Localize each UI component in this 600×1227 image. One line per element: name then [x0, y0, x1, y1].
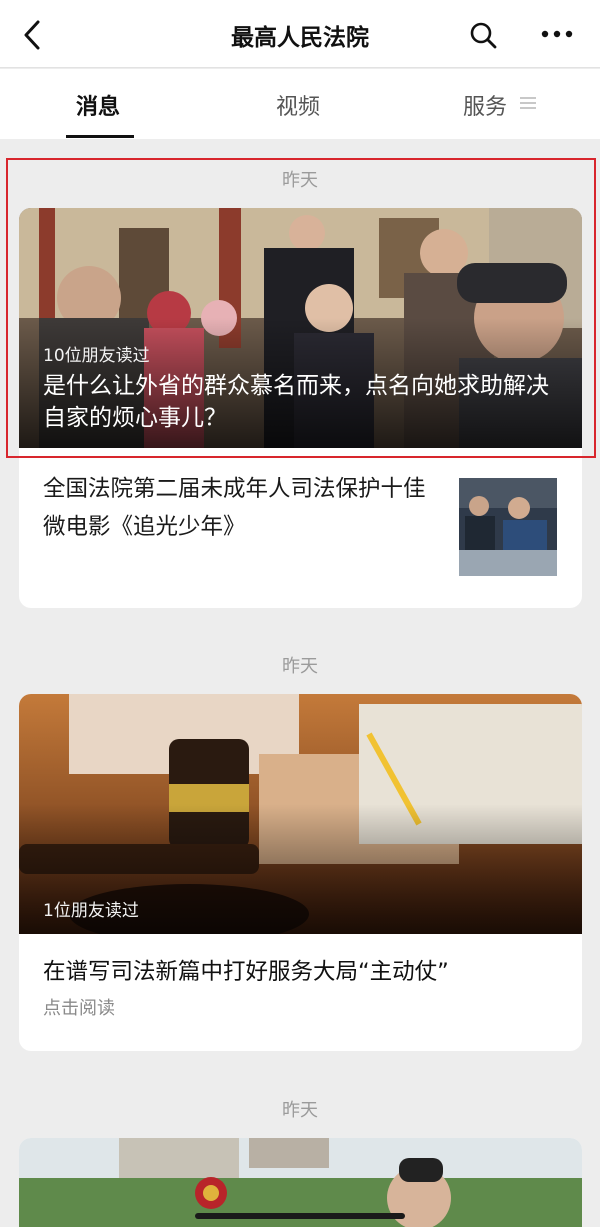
read-more-link[interactable]: 点击阅读	[43, 994, 115, 1020]
tab-services[interactable]: 服务	[463, 89, 507, 121]
tab-videos[interactable]: 视频	[276, 89, 320, 121]
article-group-card: 10位朋友读过 是什么让外省的群众慕名而来，点名向她求助解决自家的烦心事儿？ 全…	[19, 208, 582, 608]
article-title: 全国法院第二届未成年人司法保护十佳微电影《追光少年》	[43, 476, 426, 540]
friends-read-count: 10位朋友读过	[43, 346, 150, 366]
search-icon[interactable]	[468, 20, 498, 50]
home-indicator[interactable]	[195, 1213, 405, 1219]
page-title: 最高人民法院	[231, 25, 369, 51]
list-item[interactable]: 全国法院第二届未成年人司法保护十佳微电影《追光少年》	[19, 448, 582, 588]
thumbnail-image-courtroom	[459, 478, 557, 576]
friends-read-count: 1位朋友读过	[43, 901, 139, 921]
tab-bar: 消息 视频 服务	[0, 69, 600, 139]
article-title[interactable]: 在谱写司法新篇中打好服务大局“主动仗”	[43, 954, 449, 986]
more-horizontal-icon[interactable]	[540, 24, 574, 44]
timestamp: 昨天	[282, 1100, 318, 1121]
cover-article-title: 是什么让外省的群众慕名而来，点名向她求助解决自家的烦心事儿？	[43, 373, 549, 431]
timestamp: 昨天	[282, 170, 318, 191]
app-header: 最高人民法院	[0, 0, 600, 68]
menu-lines-icon[interactable]	[520, 96, 536, 110]
article-cover[interactable]: 10位朋友读过 是什么让外省的群众慕名而来，点名向她求助解决自家的烦心事儿？	[19, 208, 582, 448]
article-thumbnail	[459, 478, 557, 576]
timestamp: 昨天	[282, 656, 318, 677]
active-tab-indicator	[66, 135, 134, 138]
article-cover[interactable]: 1位朋友读过	[19, 694, 582, 934]
tab-messages[interactable]: 消息	[76, 89, 120, 121]
article-group-card: 1位朋友读过 在谱写司法新篇中打好服务大局“主动仗” 点击阅读	[19, 694, 582, 1051]
